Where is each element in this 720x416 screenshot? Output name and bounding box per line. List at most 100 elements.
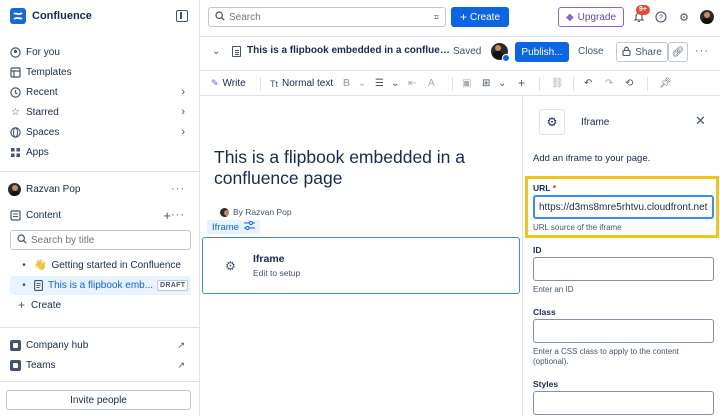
redo-icon[interactable]: ↷ xyxy=(605,78,613,89)
sidebar-item-label: Recent xyxy=(26,86,58,98)
title-search[interactable] xyxy=(10,230,191,250)
chevron-down-icon[interactable]: ⌄ xyxy=(212,46,220,57)
search-icon xyxy=(17,233,27,247)
create-button[interactable]: + Create xyxy=(451,7,509,27)
bold-icon[interactable]: B xyxy=(343,78,350,89)
text-color-icon[interactable]: A xyxy=(428,78,435,89)
id-field[interactable] xyxy=(533,257,714,281)
more-icon[interactable]: ··· xyxy=(695,45,709,57)
class-field-label: Class xyxy=(533,307,556,317)
sidebar-divider xyxy=(0,327,199,328)
text-style-dropdown[interactable]: Tt Normal text xyxy=(270,78,333,89)
upgrade-button[interactable]: ◆ Upgrade xyxy=(558,7,624,27)
bullet-list-icon[interactable]: ☰ xyxy=(375,78,384,89)
plus-icon: + xyxy=(459,10,467,24)
insert-plus-icon[interactable]: + xyxy=(518,76,525,90)
sidebar-item-label: Templates xyxy=(26,66,72,78)
gear-icon: ⚙ xyxy=(539,109,565,135)
copy-link-icon[interactable]: 🔗︎ xyxy=(668,42,688,62)
invite-people-button[interactable]: Invite people xyxy=(6,390,191,410)
company-hub-icon xyxy=(10,339,21,351)
chevron-right-icon[interactable]: › xyxy=(181,106,185,118)
pin-icon[interactable]: 📌︎ xyxy=(659,78,672,89)
class-field[interactable] xyxy=(533,319,714,343)
tree-item-flipbook-page[interactable]: • This is a flipbook emb... DRAFT xyxy=(10,276,191,295)
collaborator-avatar[interactable] xyxy=(491,43,510,62)
settings-sliders-icon[interactable] xyxy=(243,220,255,233)
sidebar-item-templates[interactable]: Templates xyxy=(0,62,199,82)
close-icon[interactable]: ✕ xyxy=(695,113,706,129)
sidebar-item-starred[interactable]: ☆ Starred › xyxy=(0,102,199,122)
globe-icon xyxy=(10,126,21,138)
id-field-label: ID xyxy=(533,245,542,255)
help-icon[interactable]: ? xyxy=(654,10,668,24)
publish-button[interactable]: Publish... xyxy=(515,42,569,62)
settings-gear-icon[interactable]: ⚙ xyxy=(677,10,691,24)
class-field-help: Enter a CSS class to apply to the conten… xyxy=(533,347,679,366)
search-input[interactable] xyxy=(229,11,419,23)
chevron-down-icon[interactable]: ⌄ xyxy=(498,78,506,89)
close-button[interactable]: Close xyxy=(578,46,604,57)
chevron-right-icon[interactable]: › xyxy=(181,86,185,98)
share-button[interactable]: Share xyxy=(616,42,668,62)
draft-badge: DRAFT xyxy=(157,280,189,291)
title-search-input[interactable] xyxy=(31,234,181,246)
sidebar-item-recent[interactable]: Recent › xyxy=(0,82,199,102)
apps-icon xyxy=(10,147,21,158)
sidebar-item-for-you[interactable]: For you xyxy=(0,42,199,62)
link-icon[interactable]: ⛓ xyxy=(551,78,564,89)
sidebar-item-label: For you xyxy=(26,46,60,58)
app-name: Confluence xyxy=(32,10,92,22)
macro-config-panel: ⚙ Iframe ✕ Add an iframe to your page. U… xyxy=(522,97,720,416)
add-content-icon[interactable]: + xyxy=(163,208,171,223)
undo-icon[interactable]: ↶ xyxy=(584,78,592,89)
editor-toolbar: ✎ Write Tt Normal text B ⌄ ☰ ⌄ ⇤ A ▣ ⊞ ⌄… xyxy=(200,70,720,96)
chevron-right-icon[interactable]: › xyxy=(181,126,185,138)
more-icon[interactable]: ··· xyxy=(171,183,185,195)
history-icon[interactable]: ⟲ xyxy=(625,78,633,89)
global-search[interactable]: ⌗ xyxy=(208,7,446,27)
iframe-macro-block[interactable]: ⚙ Iframe Edit to setup xyxy=(202,237,520,294)
gear-icon: ⚙ xyxy=(225,259,236,273)
url-label-text: URL xyxy=(533,183,551,193)
document-title[interactable]: This is a flipbook embedded in a conflue… xyxy=(214,147,504,189)
space-header[interactable]: Razvan Pop ··· xyxy=(0,180,199,198)
indent-icon[interactable]: ⇤ xyxy=(408,78,416,89)
tree-item-label: Getting started in Confluence xyxy=(51,260,181,271)
chevron-down-icon[interactable]: ⌄ xyxy=(391,78,399,89)
macro-tag-label: Iframe xyxy=(212,221,239,233)
profile-avatar[interactable] xyxy=(700,10,714,24)
bullet-icon: • xyxy=(22,280,26,291)
more-icon[interactable]: ··· xyxy=(171,209,185,221)
search-icon xyxy=(215,10,225,24)
table-icon[interactable]: ⊞ xyxy=(482,78,490,89)
editor-canvas[interactable]: This is a flipbook embedded in a conflue… xyxy=(200,97,522,416)
bullet-icon: • xyxy=(22,260,26,271)
page-title: This is a flipbook embedded in a conflue… xyxy=(247,45,451,56)
image-icon[interactable]: ▣ xyxy=(462,78,471,89)
toolbar-divider xyxy=(539,77,540,91)
sidebar-item-label: Apps xyxy=(26,146,49,158)
collapse-sidebar-icon[interactable] xyxy=(176,10,188,22)
id-field-help: Enter an ID xyxy=(533,285,574,294)
macro-label-tag[interactable]: Iframe xyxy=(207,220,260,234)
search-filter-icon[interactable]: ⌗ xyxy=(434,12,439,23)
sidebar-item-label: Starred xyxy=(26,106,59,118)
url-field[interactable] xyxy=(533,195,714,219)
write-mode-button[interactable]: ✎ Write xyxy=(211,78,246,89)
sidebar-item-apps[interactable]: Apps xyxy=(0,142,199,162)
url-field-help: URL source of the iframe xyxy=(533,223,622,232)
wave-emoji-icon: 👋 xyxy=(34,260,47,271)
create-page-button[interactable]: + Create xyxy=(18,298,61,312)
app-logo[interactable]: Confluence xyxy=(10,8,92,24)
sidebar-item-spaces[interactable]: Spaces › xyxy=(0,122,199,142)
panel-description: Add an iframe to your page. xyxy=(533,153,651,164)
chevron-down-icon[interactable]: ⌄ xyxy=(358,78,366,89)
sidebar-item-teams[interactable]: Teams ↗ xyxy=(0,356,199,374)
pen-icon: ✎ xyxy=(211,78,219,88)
tree-item-getting-started[interactable]: • 👋 Getting started in Confluence xyxy=(10,256,191,275)
content-label: Content xyxy=(26,209,62,221)
content-section-header[interactable]: Content + ··· xyxy=(0,206,199,224)
styles-field[interactable] xyxy=(533,391,714,415)
sidebar-item-company-hub[interactable]: Company hub ↗ xyxy=(0,336,199,354)
